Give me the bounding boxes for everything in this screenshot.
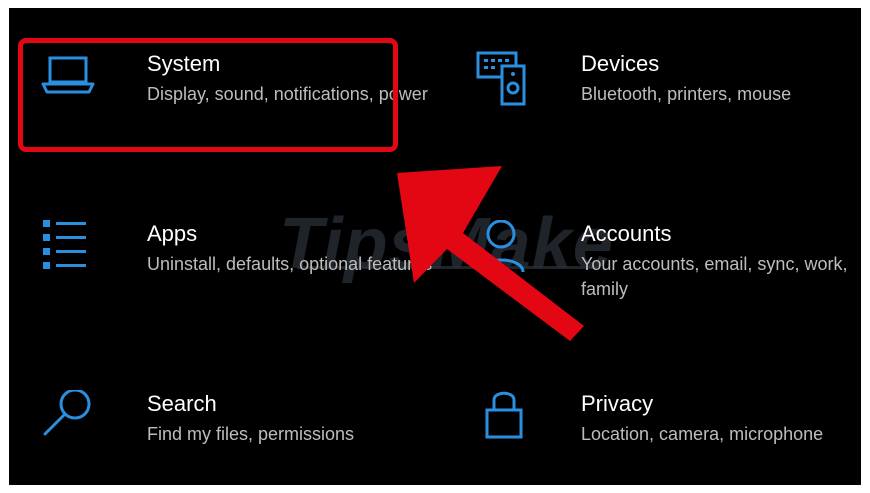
settings-window: TipsMake System Display, sound, notifica… xyxy=(9,8,861,485)
search-icon xyxy=(41,388,101,450)
tile-devices[interactable]: Devices Bluetooth, printers, mouse xyxy=(475,50,805,160)
tile-description: Bluetooth, printers, mouse xyxy=(581,84,792,104)
tile-title: System xyxy=(147,51,221,76)
tile-title: Search xyxy=(147,391,217,416)
tile-privacy[interactable]: Privacy Location, camera, microphone xyxy=(475,390,823,485)
tile-description: Uninstall, defaults, optional features xyxy=(147,254,433,274)
tile-accounts[interactable]: Accounts Your accounts, email, sync, wor… xyxy=(475,219,847,330)
devices-icon xyxy=(475,50,535,110)
tile-title: Apps xyxy=(147,221,198,246)
tile-title: Accounts xyxy=(581,221,672,246)
tile-title: Devices xyxy=(581,51,660,76)
tile-description: Location, camera, microphone xyxy=(581,424,824,444)
person-icon xyxy=(475,219,535,280)
lock-icon xyxy=(475,390,535,450)
tile-description: Find my files, permissions xyxy=(147,424,355,444)
tile-description: Display, sound, notifications, power xyxy=(147,84,428,104)
tile-title: Privacy xyxy=(581,391,654,416)
tile-apps[interactable]: Apps Uninstall, defaults, optional featu… xyxy=(41,220,432,330)
laptop-icon xyxy=(41,50,101,110)
tile-search[interactable]: Search Find my files, permissions xyxy=(41,388,371,485)
tile-system[interactable]: System Display, sound, notifications, po… xyxy=(41,50,428,160)
tile-description: Your accounts, email, sync, work, family xyxy=(581,254,848,299)
apps-list-icon xyxy=(41,220,101,280)
